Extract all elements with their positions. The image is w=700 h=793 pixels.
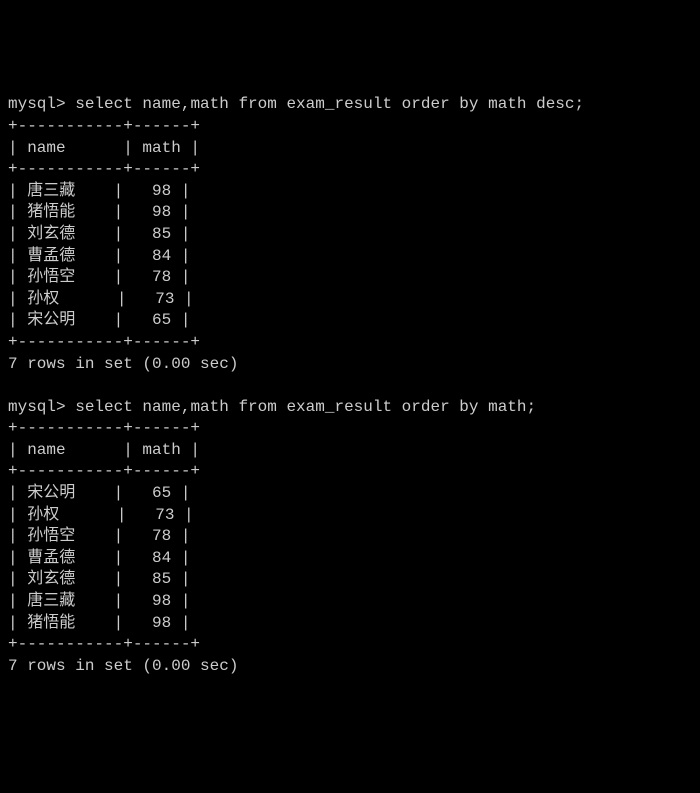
table-row: | 宋公明 | 65 | [8,484,190,502]
mysql-terminal-output: mysql> select name,math from exam_result… [8,94,692,677]
table-separator: +-----------+------+ [8,160,200,178]
table-header: | name | math | [8,441,200,459]
rows-in-set: 7 rows in set (0.00 sec) [8,657,238,675]
table-separator: +-----------+------+ [8,635,200,653]
mysql-prompt[interactable]: mysql> [8,398,75,416]
rows-in-set: 7 rows in set (0.00 sec) [8,355,238,373]
sql-statement: select name,math from exam_result order … [75,398,536,416]
table-row: | 宋公明 | 65 | [8,311,190,329]
sql-statement: select name,math from exam_result order … [75,95,584,113]
table-header: | name | math | [8,139,200,157]
table-separator: +-----------+------+ [8,419,200,437]
table-row: | 唐三藏 | 98 | [8,592,190,610]
table-row: | 曹孟德 | 84 | [8,247,190,265]
table-separator: +-----------+------+ [8,117,200,135]
table-separator: +-----------+------+ [8,333,200,351]
table-row: | 曹孟德 | 84 | [8,549,190,567]
table-row: | 刘玄德 | 85 | [8,570,190,588]
table-row: | 孙权 | 73 | [8,290,194,308]
table-row: | 刘玄德 | 85 | [8,225,190,243]
table-row: | 猪悟能 | 98 | [8,614,190,632]
table-row: | 孙悟空 | 78 | [8,527,190,545]
table-row: | 孙悟空 | 78 | [8,268,190,286]
table-row: | 猪悟能 | 98 | [8,203,190,221]
table-separator: +-----------+------+ [8,462,200,480]
table-row: | 孙权 | 73 | [8,506,194,524]
mysql-prompt[interactable]: mysql> [8,95,75,113]
table-row: | 唐三藏 | 98 | [8,182,190,200]
